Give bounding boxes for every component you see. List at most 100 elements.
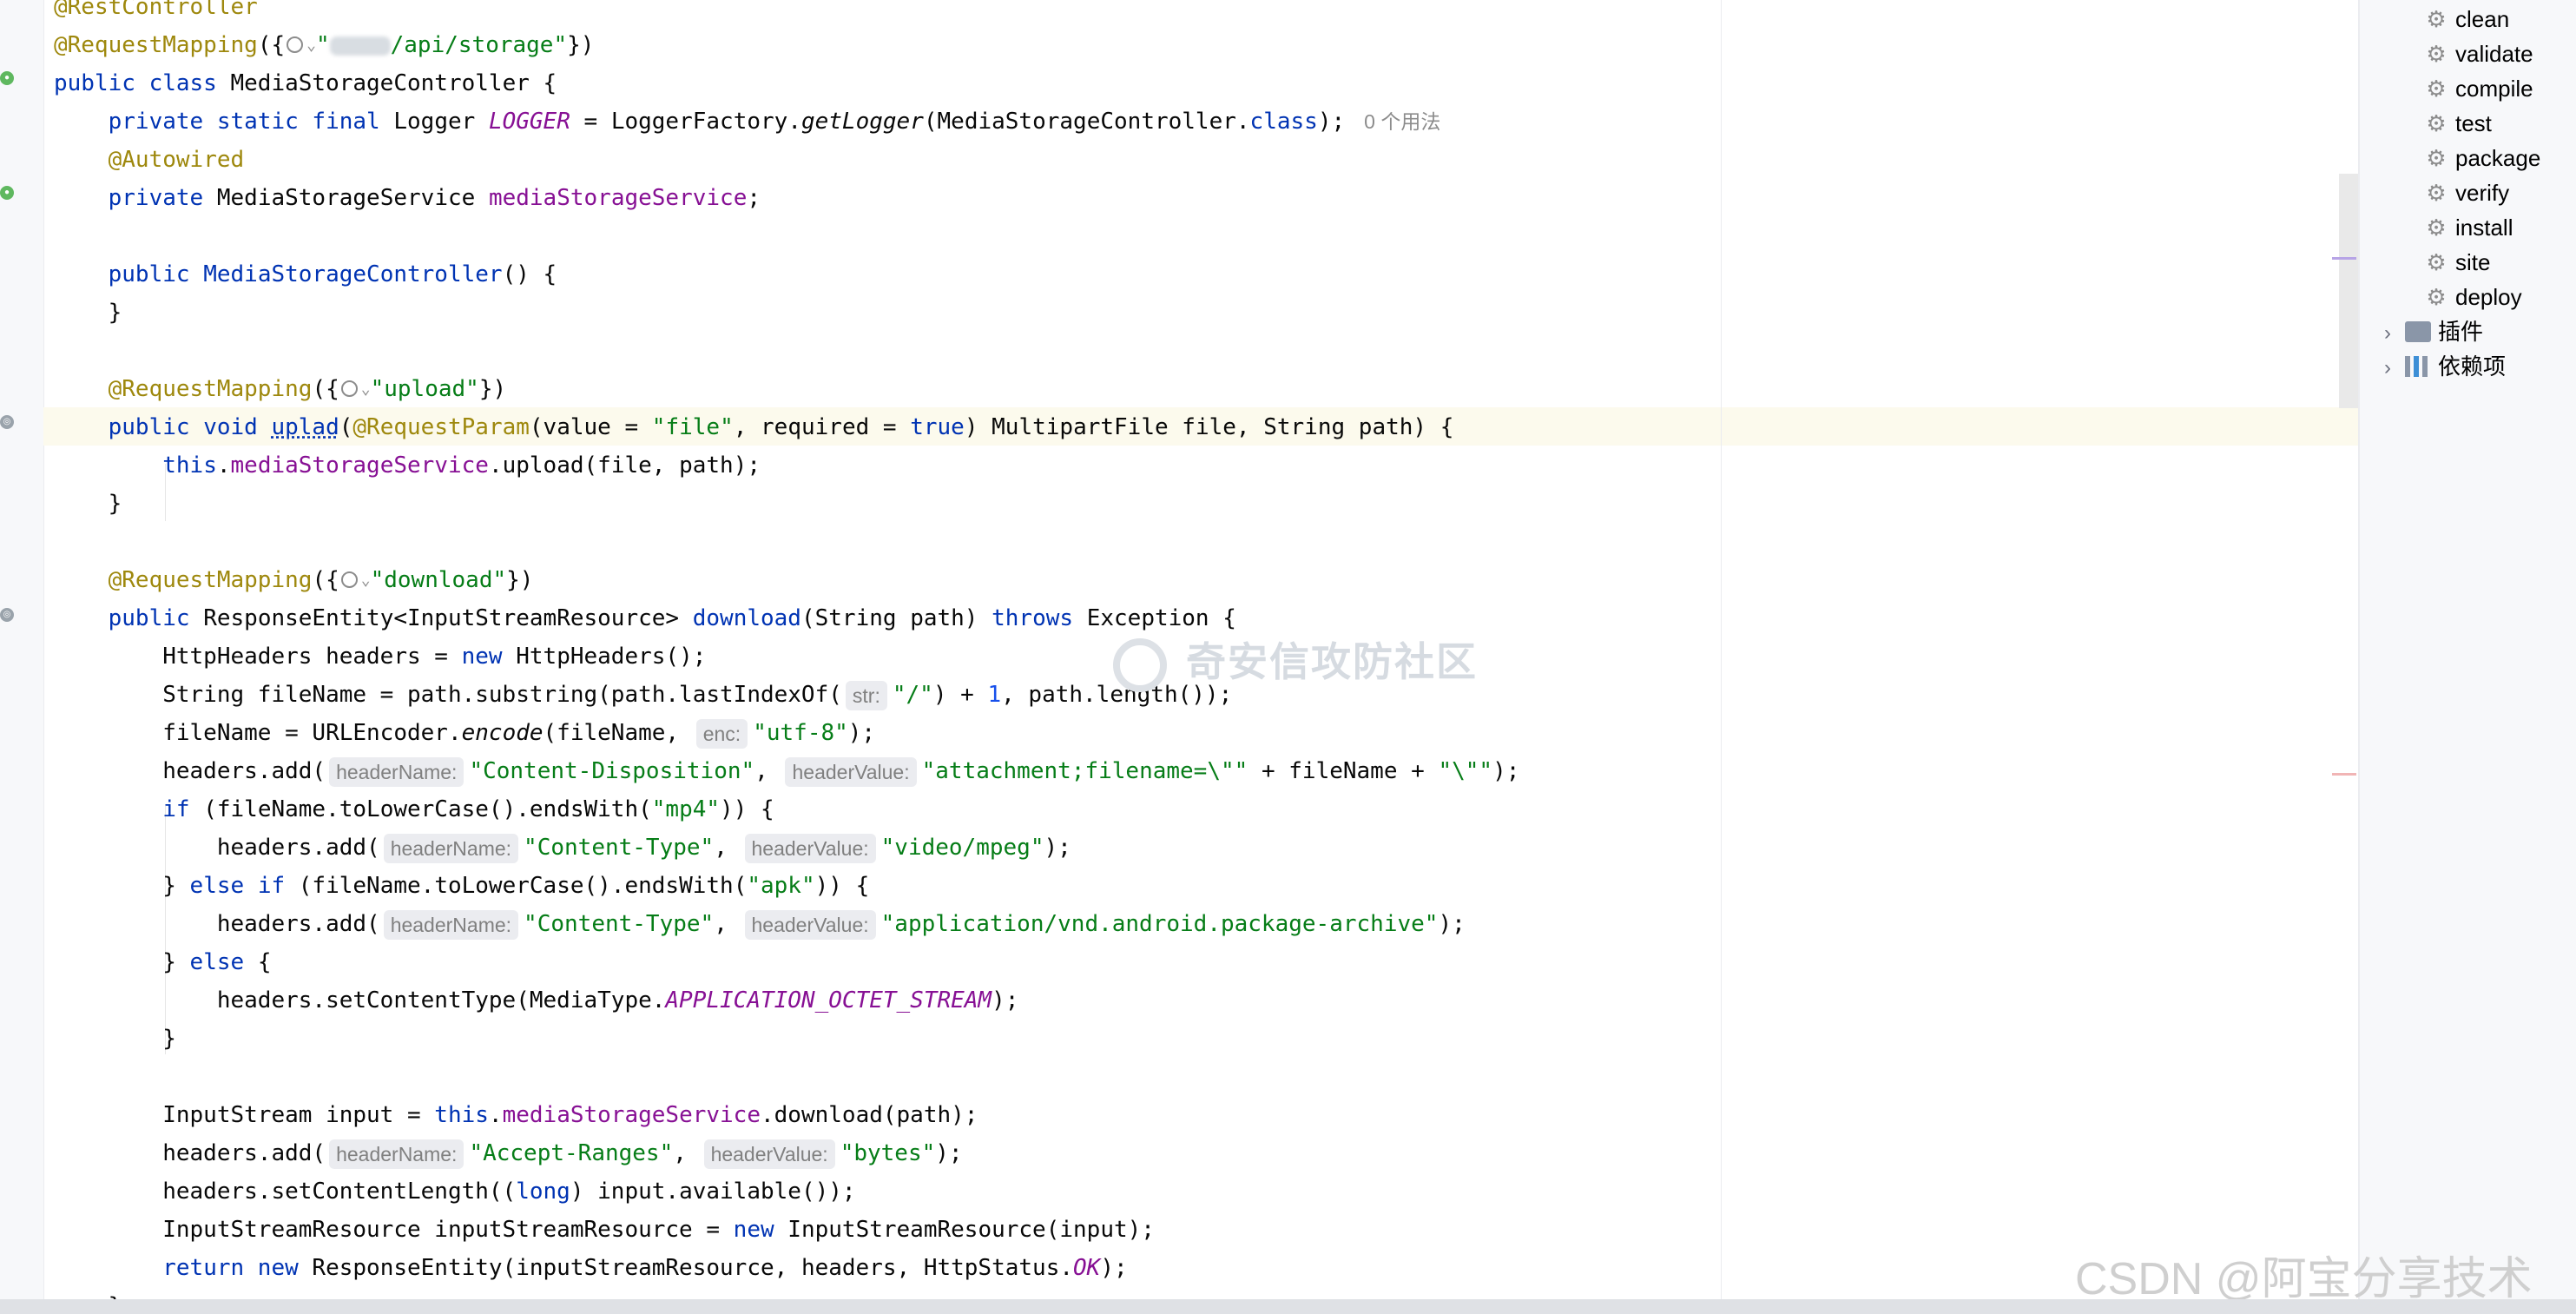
code-line[interactable]: return new ResponseEntity(inputStreamRes…	[54, 1249, 1127, 1287]
lifecycle-item-package[interactable]: ⚙ package	[2426, 141, 2540, 175]
lifecycle-item-verify[interactable]: ⚙ verify	[2426, 175, 2509, 210]
tree-group-plugins[interactable]: › 插件	[2377, 314, 2483, 349]
code-token: "	[315, 32, 330, 58]
code-token: + fileName +	[1248, 758, 1439, 784]
code-line[interactable]: fileName = URLEncoder.encode(fileName, e…	[54, 714, 875, 752]
parameter-hint: headerValue:	[785, 756, 917, 787]
lifecycle-item-label: install	[2455, 215, 2513, 241]
code-token: ,	[714, 911, 741, 937]
chevron-right-icon[interactable]: ›	[2377, 316, 2398, 351]
lifecycle-item-site[interactable]: ⚙ site	[2426, 245, 2490, 280]
code-token: download	[692, 605, 801, 631]
gear-icon: ⚙	[2426, 76, 2447, 102]
lifecycle-item-label: clean	[2455, 6, 2510, 32]
url-globe-icon[interactable]: ⌄	[339, 376, 371, 402]
code-line[interactable]: this.mediaStorageService.upload(file, pa…	[54, 446, 761, 485]
code-token: this	[162, 452, 217, 479]
usage-count-hint[interactable]: 0 个用法	[1364, 110, 1440, 133]
code-token: mediaStorageService	[502, 1102, 761, 1128]
code-token: InputStreamResource(input);	[787, 1217, 1155, 1243]
code-token: @Autowired	[108, 147, 245, 173]
code-token: HttpHeaders headers =	[54, 644, 462, 670]
editor-scrollbar[interactable]	[2339, 174, 2358, 408]
code-token: ;	[747, 185, 761, 211]
code-line[interactable]: HttpHeaders headers = new HttpHeaders();	[54, 637, 706, 676]
code-editor[interactable]: ● ● ◎ ◎ @RestController @RequestMapping({…	[0, 0, 2358, 1314]
endpoint-gutter-icon[interactable]: ◎	[0, 608, 14, 622]
footer-watermark: CSDN @阿宝分享技术	[2075, 1254, 2533, 1304]
code-line[interactable]: }	[54, 485, 122, 523]
code-line[interactable]: @RequestMapping({⌄"upload"})	[54, 370, 507, 408]
lifecycle-item-compile[interactable]: ⚙ compile	[2426, 71, 2533, 106]
code-token: encode	[461, 720, 544, 746]
code-line[interactable]: headers.add(headerName: "Content-Type", h…	[54, 905, 1466, 943]
code-line[interactable]: public void uplad(@RequestParam(value = …	[54, 408, 1454, 446]
code-token: ResponseEntity(inputStreamResource, head…	[312, 1255, 1074, 1281]
code-line[interactable]: @RequestMapping({⌄"download"})	[54, 561, 534, 599]
code-token: "utf-8"	[753, 720, 848, 746]
code-token: = LoggerFactory.	[570, 109, 801, 135]
code-line[interactable]: }	[54, 1020, 176, 1058]
endpoint-gutter-icon[interactable]: ◎	[0, 415, 14, 429]
code-line[interactable]: } else if (fileName.toLowerCase().endsWi…	[54, 867, 869, 905]
lifecycle-item-install[interactable]: ⚙ install	[2426, 210, 2513, 245]
code-line[interactable]: headers.setContentType(MediaType.APPLICA…	[54, 981, 1019, 1020]
code-line[interactable]: private static final Logger LOGGER = Log…	[54, 102, 1441, 141]
code-line[interactable]: @Autowired	[54, 141, 245, 179]
parameter-hint: headerName:	[329, 1139, 464, 1169]
code-line[interactable]: public class MediaStorageController {	[54, 64, 557, 102]
code-token: Logger	[393, 109, 489, 135]
code-line[interactable]: InputStream input = this.mediaStorageSer…	[54, 1096, 978, 1134]
code-token: "mp4"	[651, 796, 721, 822]
code-token: mediaStorageService	[230, 452, 489, 479]
code-line[interactable]: InputStreamResource inputStreamResource …	[54, 1211, 1155, 1249]
tree-group-dependencies[interactable]: › 依赖项	[2377, 349, 2506, 384]
code-token: if	[162, 796, 204, 822]
code-token: (fileName.toLowerCase().endsWith(	[203, 796, 652, 822]
code-line[interactable]: headers.add(headerName: "Accept-Ranges", …	[54, 1134, 963, 1172]
code-line[interactable]: public ResponseEntity<InputStreamResourc…	[54, 599, 1236, 637]
code-line[interactable]: if (fileName.toLowerCase().endsWith("mp4…	[54, 790, 774, 829]
code-line[interactable]: private MediaStorageService mediaStorage…	[54, 179, 761, 217]
url-globe-icon[interactable]: ⌄	[285, 32, 316, 58]
parameter-hint: headerValue:	[744, 909, 876, 940]
scroll-marker[interactable]	[2332, 773, 2356, 776]
bean-gutter-icon[interactable]: ●	[0, 71, 14, 85]
code-line[interactable]: headers.add(headerName: "Content-Type", h…	[54, 829, 1071, 867]
code-line[interactable]: String fileName = path.substring(path.la…	[54, 676, 1232, 714]
lifecycle-item-validate[interactable]: ⚙ validate	[2426, 36, 2533, 71]
gear-icon: ⚙	[2426, 145, 2447, 171]
lifecycle-item-clean[interactable]: ⚙ clean	[2426, 2, 2509, 36]
code-token: "\""	[1438, 758, 1493, 784]
lifecycle-item-deploy[interactable]: ⚙ deploy	[2426, 280, 2521, 314]
chevron-right-icon[interactable]: ›	[2377, 351, 2398, 386]
code-token: (String path)	[800, 605, 992, 631]
code-line[interactable]: }	[54, 294, 122, 332]
code-line[interactable]: headers.setContentLength((long) input.av…	[54, 1172, 855, 1211]
code-token: );	[935, 1140, 963, 1166]
parameter-hint: enc:	[695, 718, 748, 749]
code-line[interactable]: } else {	[54, 943, 271, 981]
scroll-marker[interactable]	[2332, 257, 2356, 260]
code-token: @RequestParam	[352, 414, 530, 440]
code-token: "upload"	[370, 376, 479, 402]
code-line[interactable]: @RequestMapping({⌄" /api/storage"})	[54, 26, 594, 64]
code-token: "video/mpeg"	[880, 835, 1044, 861]
autowired-gutter-icon[interactable]: ●	[0, 186, 14, 200]
url-globe-icon[interactable]: ⌄	[339, 567, 371, 593]
lifecycle-item-test[interactable]: ⚙ test	[2426, 106, 2492, 141]
code-line[interactable]: @RestController	[54, 0, 258, 26]
code-token: ) +	[932, 682, 988, 708]
code-line[interactable]: public MediaStorageController() {	[54, 255, 557, 294]
lifecycle-item-label: package	[2455, 145, 2541, 171]
code-line[interactable]: headers.add(headerName: "Content-Disposit…	[54, 752, 1519, 790]
code-token: );	[992, 987, 1019, 1014]
code-token: .	[216, 452, 231, 479]
center-watermark: 奇安信攻防社区	[1113, 631, 1478, 692]
code-token: "Content-Type"	[524, 911, 715, 937]
